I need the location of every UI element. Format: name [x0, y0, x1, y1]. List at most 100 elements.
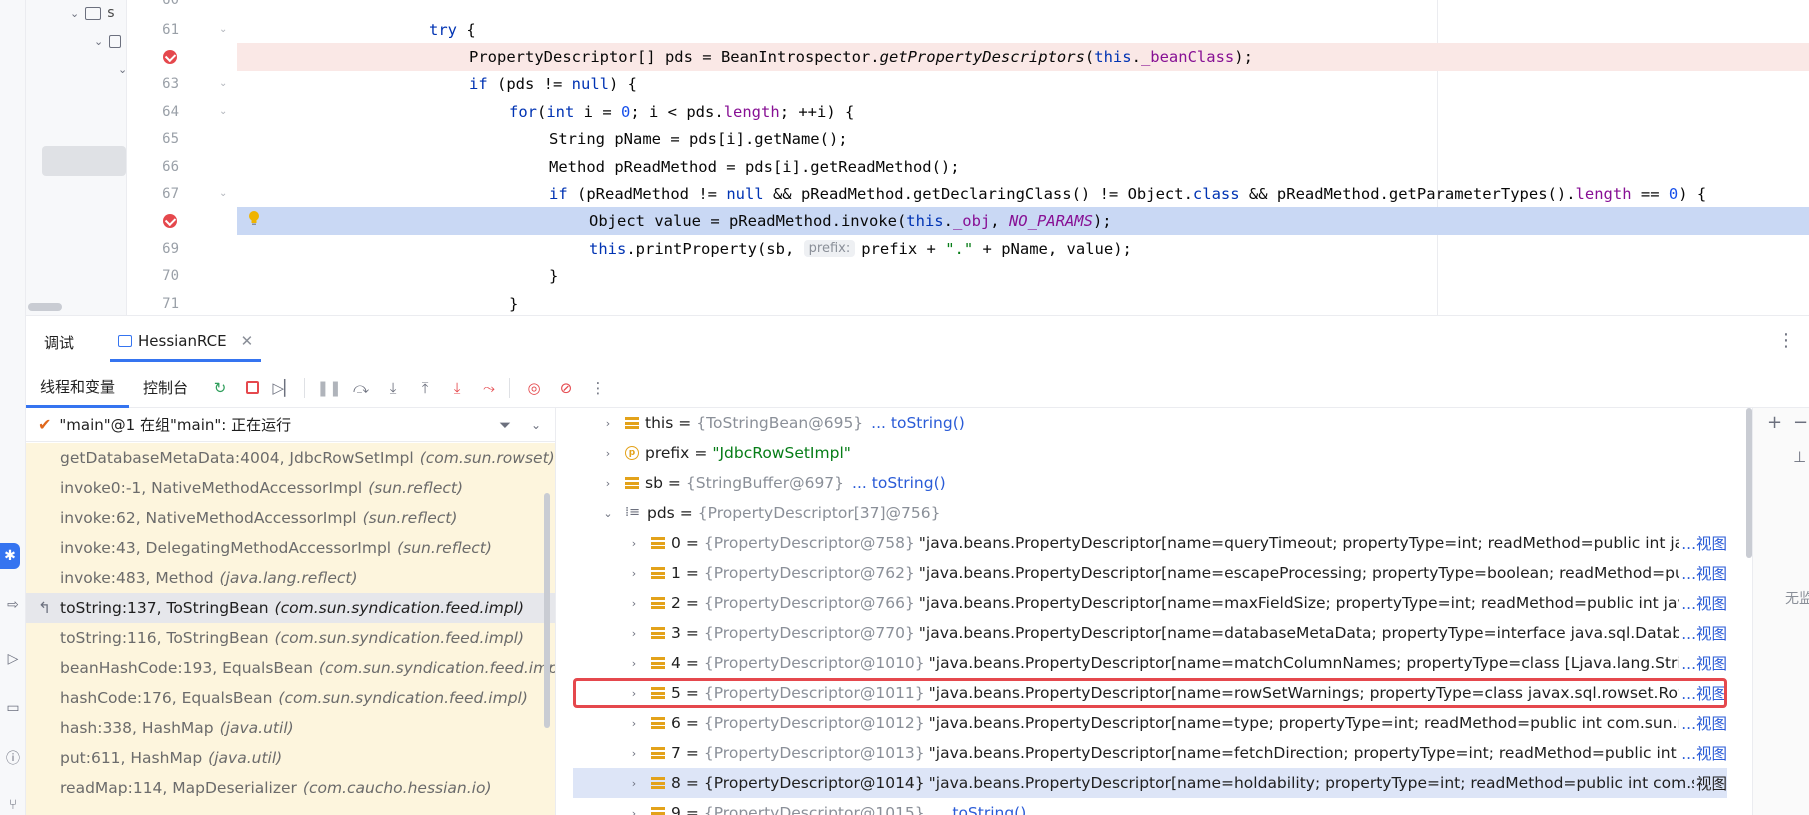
stack-frame[interactable]: invoke:483, Method (java.lang.reflect)	[26, 563, 555, 593]
view-link[interactable]: ...视图	[1679, 622, 1727, 644]
gutter-line[interactable]: 64 ⌄	[127, 98, 237, 126]
more-options-icon[interactable]: ⋮	[1777, 330, 1795, 351]
chevron-right-icon[interactable]: ›	[601, 477, 615, 490]
stack-frame-current[interactable]: ↰ toString:137, ToStringBean (com.sun.synd…	[26, 593, 555, 623]
gutter-line[interactable]: 71	[127, 290, 237, 315]
stack-frame[interactable]: invoke:62, NativeMethodAccessorImpl (sun.…	[26, 503, 555, 533]
tostring-link[interactable]: ... toString()	[933, 804, 1027, 815]
stack-frame[interactable]: invoke0:-1, NativeMethodAccessorImpl (sun…	[26, 473, 555, 503]
gutter-line[interactable]: 67 ⌄	[127, 180, 237, 208]
gutter-line[interactable]: 61 ⌄	[127, 16, 237, 44]
code-line-breakpoint[interactable]: PropertyDescriptor[] pds = BeanIntrospec…	[237, 43, 1809, 71]
stack-frame[interactable]: hashCode:176, EqualsBean (com.sun.syndica…	[26, 683, 555, 713]
tostring-link[interactable]: ... toString()	[871, 414, 965, 432]
fold-icon[interactable]: ⌄	[219, 78, 227, 89]
gutter-line[interactable]: 63 ⌄	[127, 70, 237, 98]
gutter-line[interactable]: 66	[127, 153, 237, 181]
frames-scrollbar-vertical[interactable]	[544, 493, 550, 728]
view-link[interactable]: ...视图	[1679, 592, 1727, 614]
tree-selected-row[interactable]	[42, 146, 126, 176]
run-icon[interactable]: ⇨	[0, 592, 26, 618]
code-line[interactable]: Method pReadMethod = pds[i].getReadMetho…	[237, 153, 1809, 181]
remove-watch-icon[interactable]: −	[1793, 412, 1808, 433]
chevron-right-icon[interactable]: ›	[627, 747, 641, 760]
chevron-down-icon[interactable]: ⌄	[601, 507, 615, 520]
step-into-icon[interactable]: ⤓	[379, 374, 407, 402]
array-element-row[interactable]: › 2 = {PropertyDescriptor@766} "java.bean…	[557, 588, 1727, 618]
chevron-right-icon[interactable]: ›	[627, 597, 641, 610]
stack-frame[interactable]: readMap:114, MapDeserializer (com.caucho.…	[26, 773, 555, 803]
view-link[interactable]: ...视图	[1679, 532, 1727, 554]
tree-row-subfolder[interactable]: ⌄	[94, 28, 122, 54]
code-line[interactable]: if (pReadMethod != null && pReadMethod.g…	[237, 180, 1809, 208]
gutter-line[interactable]: 65	[127, 125, 237, 153]
variable-row[interactable]: › this = {ToStringBean@695} ... toString(…	[557, 408, 1727, 438]
stack-frame[interactable]: put:611, HashMap (java.util)	[26, 743, 555, 773]
fold-icon[interactable]: ⌄	[219, 106, 227, 117]
mute-breakpoints-icon[interactable]: ⊘	[552, 374, 580, 402]
variable-row[interactable]: › p prefix = "JdbcRowSetImpl"	[557, 438, 1727, 468]
tree-scrollbar[interactable]	[28, 303, 62, 311]
tab-threads-variables[interactable]: 线程和变量	[26, 368, 130, 408]
lightbulb-icon[interactable]	[247, 210, 261, 226]
chevron-right-icon[interactable]: ›	[627, 807, 641, 815]
terminal-icon[interactable]: ▭	[0, 695, 26, 721]
resume-icon[interactable]: ▷▏	[270, 374, 298, 402]
stack-frame[interactable]: getDatabaseMetaData:4004, JdbcRowSetImpl…	[26, 443, 555, 473]
services-icon[interactable]: ▷	[0, 646, 26, 672]
force-step-into-icon[interactable]: ⤓	[443, 374, 471, 402]
view-breakpoints-icon[interactable]: ◎	[520, 374, 548, 402]
code-line[interactable]: if (pds != null) {	[237, 70, 1809, 98]
code-line[interactable]: String pName = pds[i].getName();	[237, 125, 1809, 153]
debug-icon[interactable]: ✱	[0, 543, 20, 569]
fold-icon[interactable]: ⌄	[219, 188, 227, 199]
code-editor[interactable]: 60 61⌄ 63⌄ 64⌄ 65 66 67⌄ 69 70 71 try { …	[126, 0, 1809, 315]
variable-row-expanded[interactable]: ⌄ ⁞≡ pds = {PropertyDescriptor[37]@756}	[557, 498, 1727, 528]
chevron-down-icon[interactable]: ⌄	[531, 418, 541, 432]
chevron-right-icon[interactable]: ›	[627, 777, 641, 790]
array-element-row[interactable]: › 7 = {PropertyDescriptor@1013} "java.bea…	[557, 738, 1727, 768]
duplicate-watch-icon[interactable]: ⊥	[1793, 448, 1806, 466]
tree-row-folder[interactable]: ⌄ s	[70, 0, 115, 26]
chevron-right-icon[interactable]: ›	[627, 717, 641, 730]
code-line[interactable]: for(int i = 0; i < pds. length; ++i) {	[237, 98, 1809, 126]
chevron-right-icon[interactable]: ›	[601, 447, 615, 460]
code-line-execution-point[interactable]: Object value = pReadMethod.invoke(this. _…	[237, 207, 1809, 235]
chevron-right-icon[interactable]: ›	[627, 567, 641, 580]
rerun-icon[interactable]: ↻	[206, 374, 234, 402]
array-element-row[interactable]: › 1 = {PropertyDescriptor@762} "java.bean…	[557, 558, 1727, 588]
breakpoint-icon[interactable]	[163, 213, 177, 228]
array-element-row[interactable]: › 0 = {PropertyDescriptor@758} "java.bean…	[557, 528, 1727, 558]
view-link[interactable]: ...视图	[1679, 712, 1727, 734]
gutter-line[interactable]: 60	[127, 0, 237, 14]
array-element-row[interactable]: › 4 = {PropertyDescriptor@1010} "java.bea…	[557, 648, 1727, 678]
drop-frame-icon[interactable]: ⤳	[475, 374, 503, 402]
stack-frame[interactable]: beanHashCode:193, EqualsBean (com.sun.syn…	[26, 653, 555, 683]
array-element-row[interactable]: › 9 = {PropertyDescriptor@1015} ... toStr…	[557, 798, 1727, 815]
chevron-right-icon[interactable]: ›	[627, 627, 641, 640]
git-icon[interactable]: ⑂	[0, 792, 26, 815]
step-over-icon[interactable]: ⤼	[347, 374, 375, 402]
gutter-line[interactable]	[127, 43, 237, 71]
tostring-link[interactable]: ... toString()	[852, 474, 946, 492]
pause-icon[interactable]: ❚❚	[315, 374, 343, 402]
code-line[interactable]: this .printProperty(sb, prefix: prefix + "…	[237, 235, 1809, 263]
array-element-row-selected[interactable]: › 8 = {PropertyDescriptor@1014} "java.bea…	[573, 768, 1727, 798]
breakpoint-icon[interactable]	[163, 49, 177, 64]
chevron-right-icon[interactable]: ›	[627, 657, 641, 670]
code-line[interactable]: try {	[237, 16, 1809, 44]
gutter-line[interactable]: 69	[127, 235, 237, 263]
stop-icon[interactable]	[238, 374, 266, 402]
tab-console[interactable]: 控制台	[129, 368, 202, 408]
fold-icon[interactable]: ⌄	[219, 24, 227, 35]
stack-frame[interactable]: invoke:43, DelegatingMethodAccessorImpl (…	[26, 533, 555, 563]
chevron-right-icon[interactable]: ›	[627, 537, 641, 550]
filter-icon[interactable]: ⏷	[499, 416, 511, 434]
gutter-line[interactable]	[127, 207, 237, 235]
view-link[interactable]: ...视图	[1679, 562, 1727, 584]
stack-frame[interactable]: hash:338, HashMap (java.util)	[26, 713, 555, 743]
close-icon[interactable]: ✕	[241, 332, 254, 350]
view-link[interactable]: 视图	[1693, 772, 1727, 794]
view-link[interactable]: ...视图	[1679, 652, 1727, 674]
tree-row-nested[interactable]: ⌄	[118, 56, 126, 82]
